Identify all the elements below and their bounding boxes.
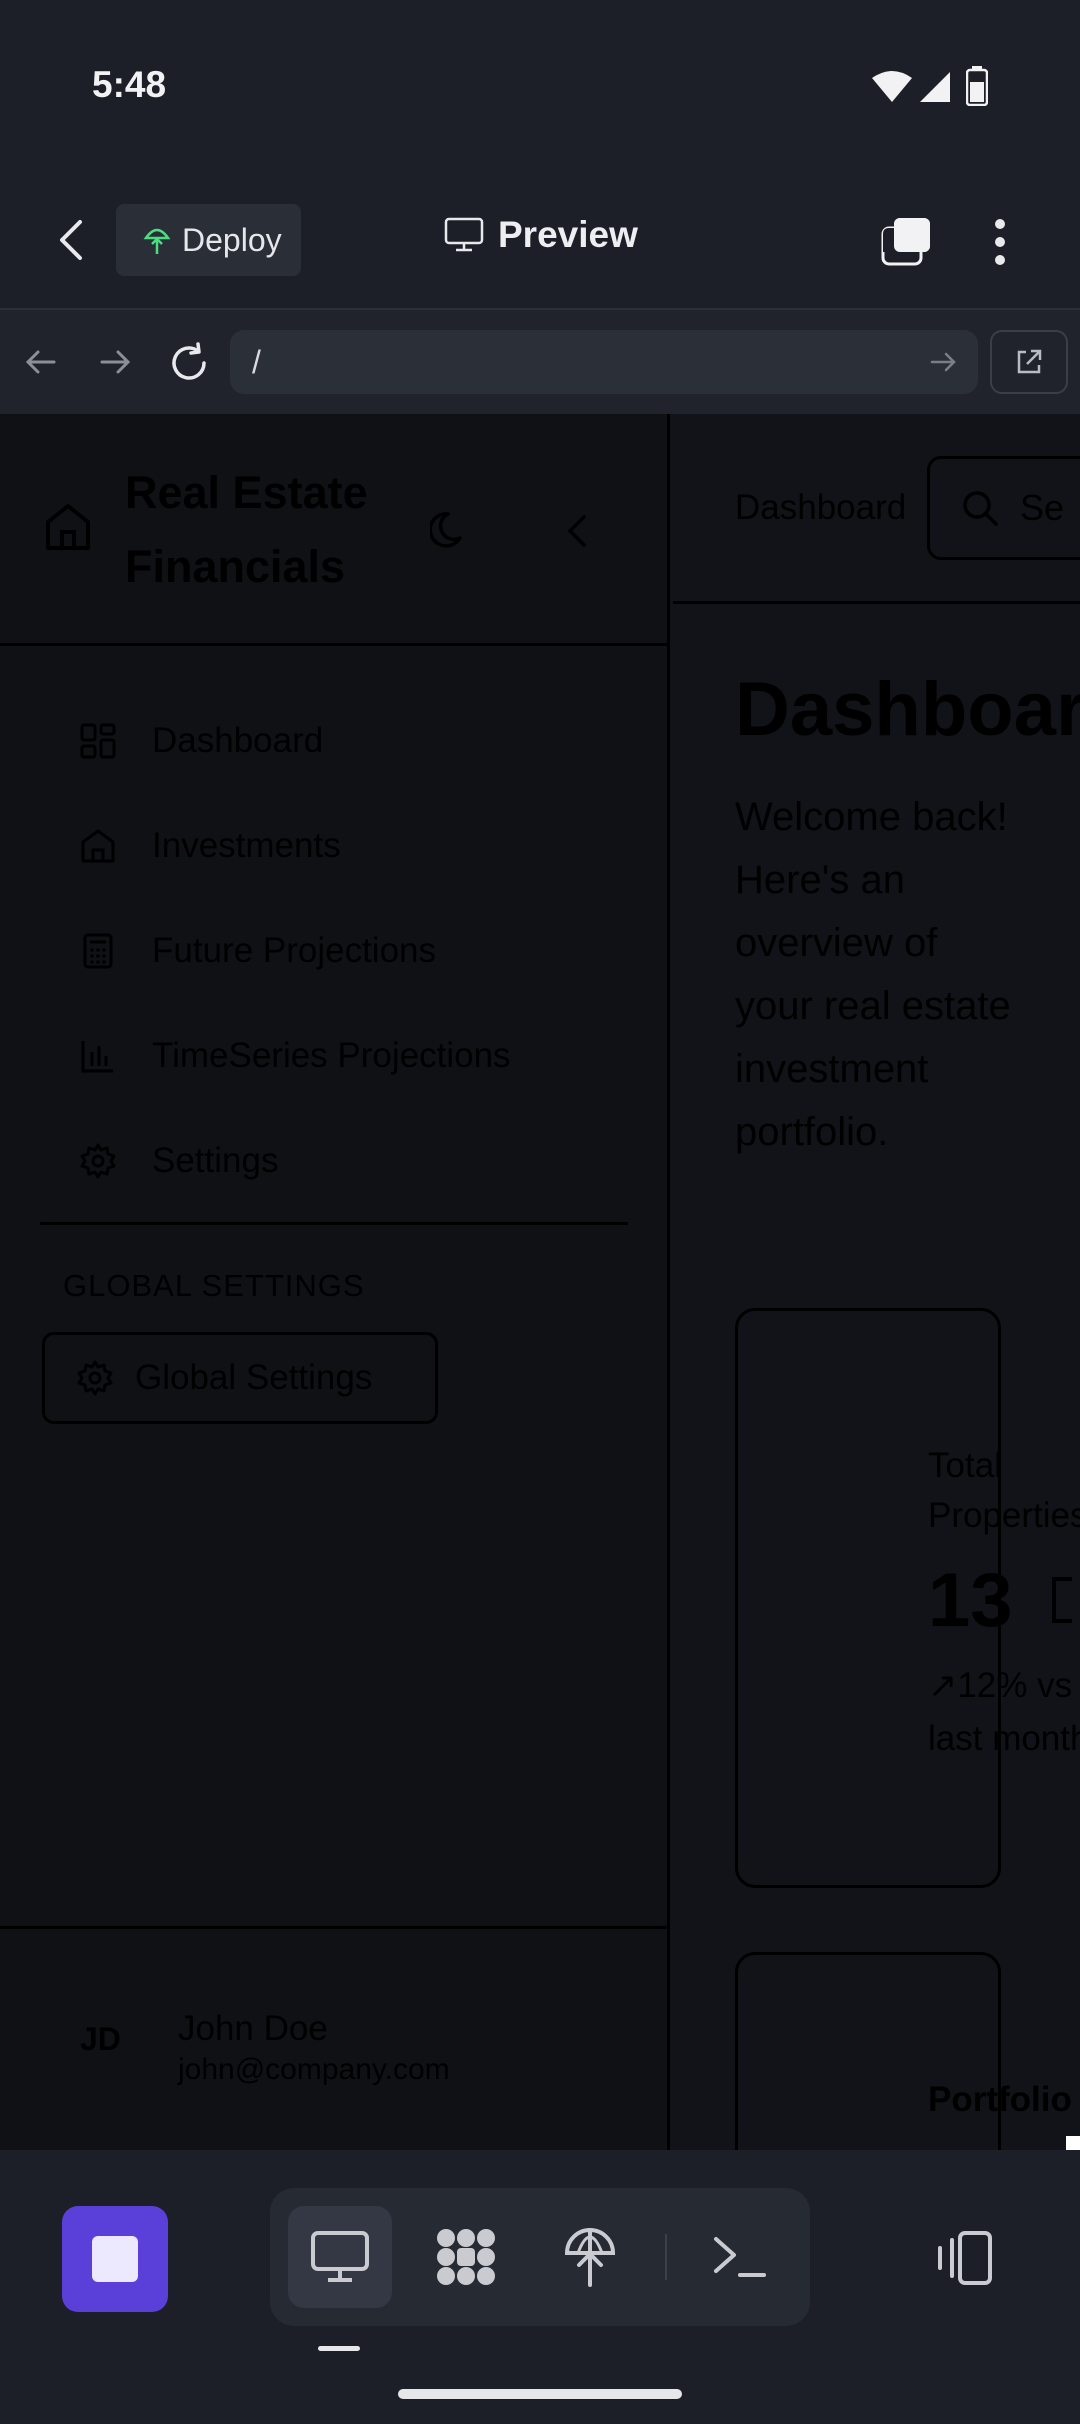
devices-icon[interactable] (932, 2230, 994, 2286)
breadcrumb[interactable]: Dashboard (735, 488, 906, 528)
search-placeholder: Se (1020, 487, 1065, 528)
stop-button[interactable] (62, 2206, 168, 2312)
refresh-icon[interactable] (168, 342, 210, 384)
web-preview: Real Estate Financials Dashboard Investm… (0, 414, 1080, 2150)
search-input[interactable]: Se (927, 456, 1080, 560)
card-label-line-1: Total (928, 1446, 1002, 1485)
sidebar-item-label: Future Projections (152, 931, 437, 970)
global-settings-label: Global Settings (135, 1358, 373, 1397)
sidebar-item-settings[interactable]: Settings (80, 1126, 278, 1196)
wifi-icon (872, 71, 912, 102)
more-vertical-icon[interactable] (990, 216, 1010, 268)
status-time: 5:48 (92, 64, 167, 105)
brand-line-2: Financials (125, 541, 346, 592)
network-icon (437, 2229, 495, 2285)
stat-card-total-properties: Total Properties 13 ↗12% vs last month (735, 1308, 1080, 1888)
monitor-icon (311, 2231, 369, 2282)
sidebar-item-label: Settings (152, 1141, 279, 1180)
card-trend-line-1: ↗12% vs (928, 1666, 1073, 1705)
sidebar-item-investments[interactable]: Investments (80, 811, 341, 881)
sidebar-item-label: Dashboard (152, 721, 324, 760)
card-trend-line-2: last month (928, 1719, 1080, 1758)
nav-forward-icon[interactable] (98, 346, 132, 378)
user-profile[interactable]: JD John Doe john@company.com (0, 1926, 670, 2150)
global-settings-button[interactable]: Global Settings (42, 1332, 438, 1424)
page-title: Dashboard (735, 667, 1080, 752)
sidebar-divider (40, 1222, 628, 1225)
moon-icon[interactable] (430, 510, 470, 550)
sidebar-item-label: Investments (152, 826, 341, 865)
app-header: Deploy Preview (0, 170, 1080, 310)
deploy-icon (564, 2228, 616, 2287)
resize-handle[interactable] (1066, 2136, 1080, 2150)
bar-chart-icon (81, 1041, 113, 1073)
status-bar: 5:48 (0, 0, 1080, 170)
sidebar-item-label: TimeSeries Projections (152, 1036, 511, 1075)
card-value: 13 (928, 1558, 1013, 1643)
url-text: / (252, 343, 261, 380)
active-tab-indicator (318, 2346, 360, 2351)
avatar: JD (80, 2021, 121, 2057)
deploy-label: Deploy (182, 221, 282, 258)
page-subtitle: Welcome back! Here's an overview of your… (735, 795, 1011, 1154)
grid-icon (80, 723, 116, 759)
tool-switcher (270, 2188, 810, 2326)
nav-back-icon[interactable] (24, 346, 58, 378)
home-indicator[interactable] (398, 2389, 682, 2399)
back-icon[interactable] (56, 218, 86, 262)
sidebar-item-future-projections[interactable]: Future Projections (80, 916, 436, 986)
card-label: Portfolio Va (928, 2080, 1080, 2119)
global-settings-heading: GLOBAL SETTINGS (63, 1268, 365, 1303)
tabs-icon[interactable] (880, 216, 934, 268)
open-external-button[interactable] (990, 330, 1068, 394)
terminal-icon (714, 2237, 766, 2277)
signal-icon (920, 72, 950, 102)
stat-card-portfolio-value: Portfolio Va (735, 1952, 1080, 2150)
card-label: Total Properties (928, 1441, 1080, 1541)
brand-name: Real Estate Financials (125, 456, 368, 604)
user-email: john@company.com (178, 2053, 450, 2086)
sidebar-item-timeseries-projections[interactable]: TimeSeries Projections (80, 1021, 511, 1091)
browser-bar: / (0, 310, 1080, 414)
stop-icon (92, 2236, 138, 2282)
deploy-icon (143, 228, 171, 254)
bottom-toolbar (0, 2150, 1080, 2424)
building-icon (1052, 1577, 1072, 1623)
tool-deploy[interactable] (538, 2206, 642, 2308)
sidebar: Real Estate Financials Dashboard Investm… (0, 414, 670, 2150)
sidebar-header: Real Estate Financials (0, 414, 670, 646)
calculator-icon (83, 933, 113, 969)
tool-workflows[interactable] (414, 2206, 518, 2308)
main-header: Dashboard Se (673, 414, 1080, 604)
tool-preview[interactable] (288, 2206, 392, 2308)
go-arrow-icon[interactable] (930, 350, 958, 374)
deploy-button[interactable]: Deploy (116, 204, 301, 276)
main-content: Dashboard Se Dashboard Welcome back! Her… (673, 414, 1080, 2150)
search-icon (963, 491, 998, 526)
card-label-line-2: Properties (928, 1496, 1080, 1535)
home-icon (81, 829, 115, 863)
battery-icon (966, 66, 988, 106)
url-field[interactable]: / (230, 330, 978, 394)
card-trend: ↗12% vs last month (928, 1659, 1080, 1765)
tool-shell[interactable] (688, 2206, 792, 2308)
preview-tab[interactable]: Preview (444, 214, 638, 256)
gear-icon (80, 1143, 116, 1179)
preview-label: Preview (498, 214, 638, 255)
toolbar-separator (665, 2234, 667, 2280)
brand-line-1: Real Estate (125, 467, 368, 518)
sidebar-item-dashboard[interactable]: Dashboard (80, 706, 323, 776)
home-logo-icon (46, 504, 90, 550)
external-link-icon (1017, 349, 1042, 374)
monitor-icon (444, 217, 484, 252)
gear-icon (77, 1360, 113, 1396)
collapse-sidebar-icon[interactable] (566, 514, 588, 548)
user-name: John Doe (178, 2009, 328, 2048)
